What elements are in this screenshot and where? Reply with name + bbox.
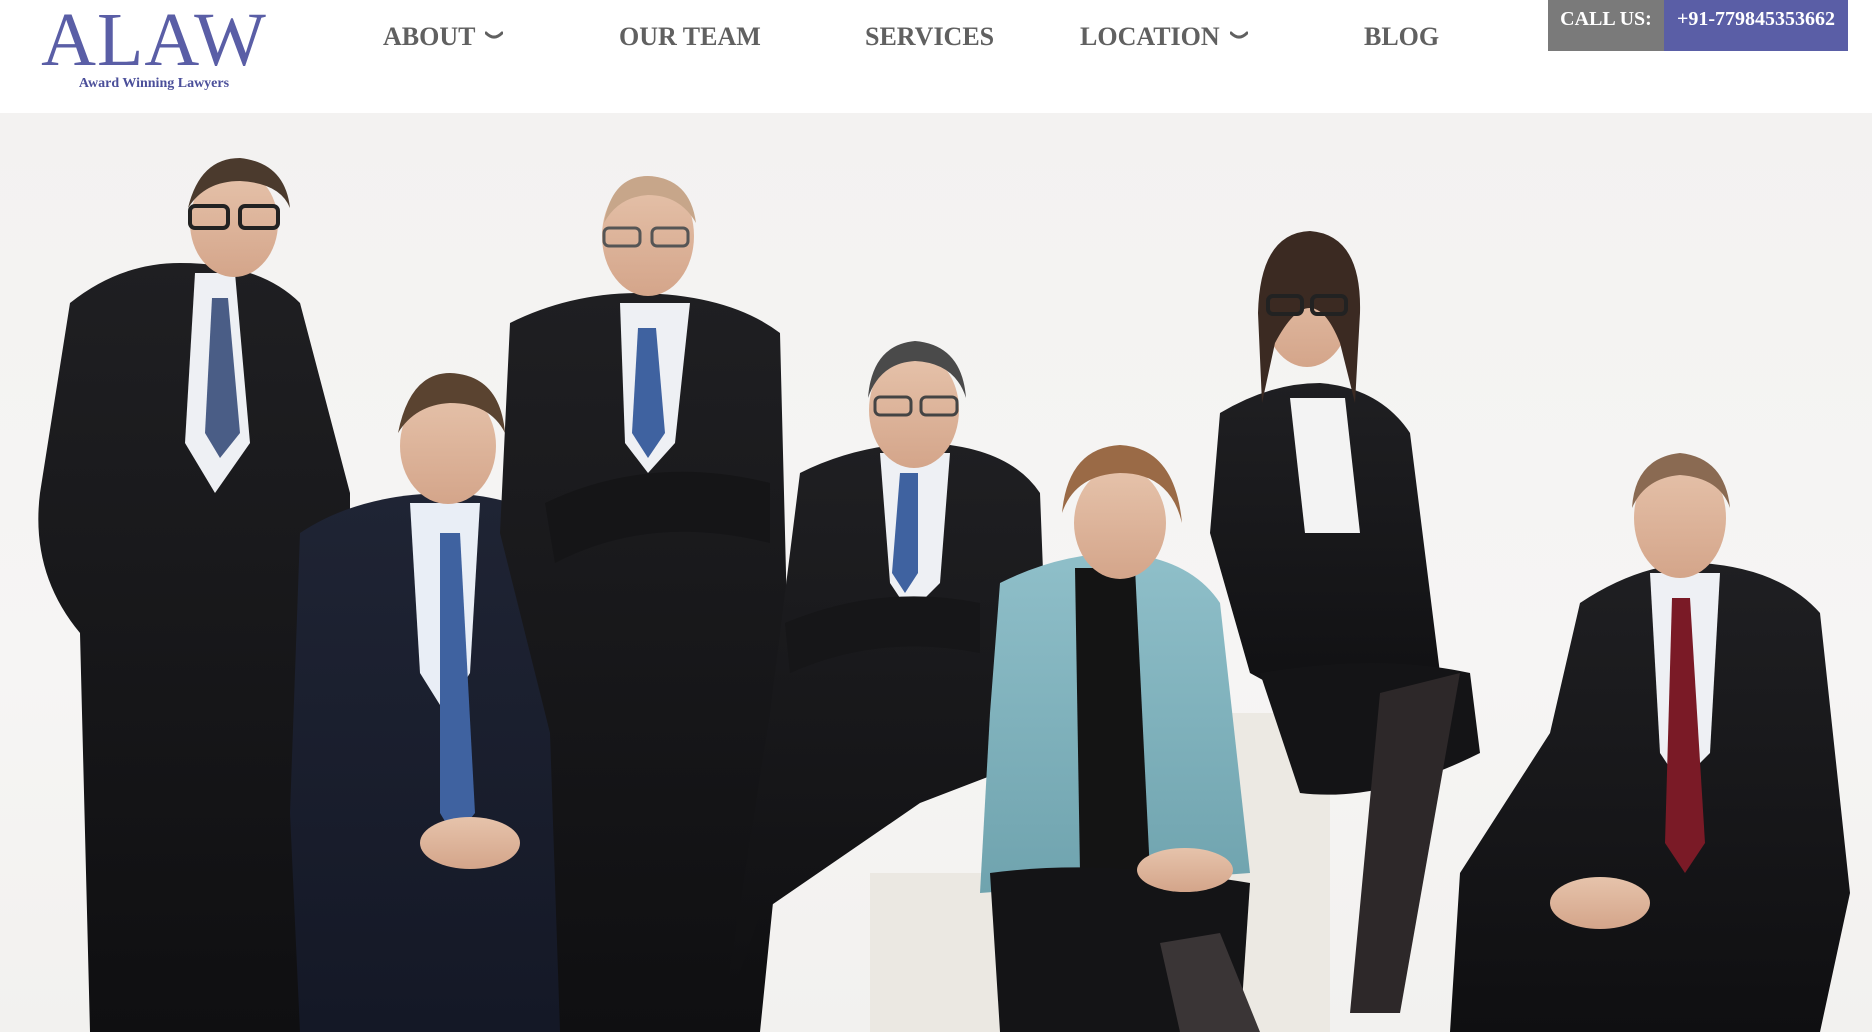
hero-team-photo <box>0 113 1872 1032</box>
call-us-label: CALL US: <box>1548 0 1664 51</box>
nav-item-blog[interactable]: BLOG <box>1364 20 1439 54</box>
person <box>1450 453 1850 1032</box>
nav-item-our-team[interactable]: OUR TEAM <box>619 20 761 54</box>
nav-item-about-label: ABOUT <box>383 22 476 51</box>
nav-item-services[interactable]: SERVICES <box>865 20 994 54</box>
nav-item-location-label: LOCATION <box>1080 22 1220 51</box>
nav-item-blog-label: BLOG <box>1364 22 1440 51</box>
team-photo-illustration <box>38 158 1850 1032</box>
call-us-phone-link[interactable]: +91-779845353662 <box>1664 0 1848 51</box>
logo-title: ALAW <box>41 0 267 82</box>
chevron-down-icon <box>485 31 504 39</box>
site-header: ALAW Award Winning Lawyers ABOUT OUR TEA… <box>0 0 1872 113</box>
nav-item-our-team-label: OUR TEAM <box>619 22 761 51</box>
nav-item-about[interactable]: ABOUT <box>383 20 504 54</box>
logo[interactable]: ALAW Award Winning Lawyers <box>32 0 276 92</box>
call-us-box: CALL US: +91-779845353662 <box>1548 0 1848 51</box>
nav-item-services-label: SERVICES <box>865 22 995 51</box>
nav-item-location[interactable]: LOCATION <box>1080 20 1248 54</box>
chevron-down-icon <box>1229 31 1248 39</box>
